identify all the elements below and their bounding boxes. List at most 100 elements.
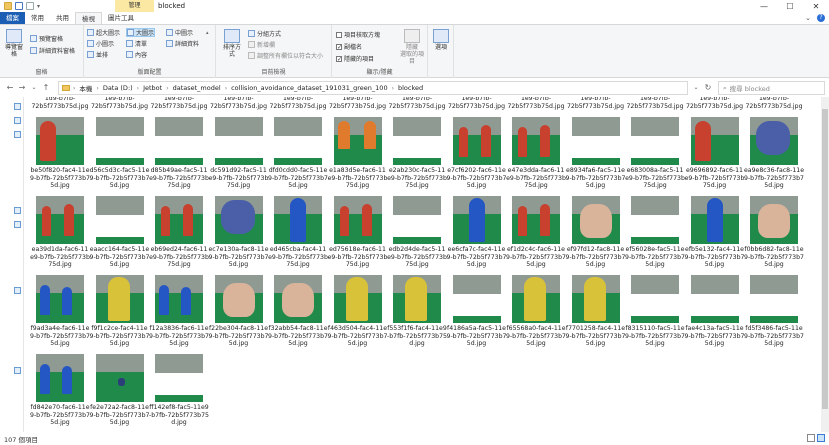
file-name-partial[interactable]: 1e9-b7fb-72b5f773b75d.jpg	[744, 97, 804, 110]
large-icons-button[interactable]: 大圖示	[126, 28, 156, 37]
file-item[interactable]: ee6cfa7c-fac4-11e9-b7fb-72b5f773b75d.jpg	[447, 196, 507, 269]
tab-picture-tools[interactable]: 圖片工具	[102, 12, 140, 24]
file-name-partial[interactable]: 1e9-b7fb-72b5f773b75d.jpg	[447, 97, 507, 110]
maximize-button[interactable]: ☐	[777, 0, 803, 12]
file-item[interactable]: f65568a0-fac4-11e9-b7fb-72b5f773b75d.jpg	[506, 275, 566, 348]
file-item[interactable]: e9696892-fac6-11e9-b7fb-72b5f773b75d.jpg	[685, 117, 745, 190]
nav-item-icon[interactable]	[14, 207, 21, 214]
close-button[interactable]: ✕	[803, 0, 829, 12]
tab-home[interactable]: 常用	[25, 12, 50, 24]
file-item[interactable]: e1a83d5e-fac6-11e9-b7fb-72b5f773b75d.jpg	[328, 117, 388, 190]
file-item[interactable]: e47e3dda-fac6-11e9-b7fb-72b5f773b75d.jpg	[506, 117, 566, 190]
address-bar[interactable]: › 本機 › Data (D:) › Jetbot › dataset_mode…	[58, 81, 688, 95]
hidden-items-checkbox[interactable]: ✓	[336, 55, 342, 62]
file-item[interactable]: f0bb6d82-fac8-11e9-b7fb-72b5f773b75d.jpg	[744, 196, 804, 269]
file-item[interactable]: e7cf6202-fac6-11e9-b7fb-72b5f773b75d.jpg	[447, 117, 507, 190]
vertical-scrollbar[interactable]	[821, 97, 829, 432]
file-name-partial[interactable]: 1d9-b7fb-72b5f773b75d.jpg	[30, 97, 90, 110]
properties-icon[interactable]	[15, 2, 23, 10]
tab-file[interactable]: 檔案	[0, 12, 25, 24]
list-view-button[interactable]: 清單	[126, 39, 147, 48]
tiles-view-button[interactable]: 並排	[87, 50, 108, 59]
breadcrumb-data-drive[interactable]: Data (D:)	[100, 84, 136, 92]
content-view-button[interactable]: 內容	[126, 50, 147, 59]
help-icon[interactable]: ?	[817, 14, 825, 22]
file-item[interactable]: f9ad3a4e-fac6-11e9-b7fb-72b5f773b75d.jpg	[30, 275, 90, 348]
file-item[interactable]: ea9e8c36-fac8-11e9-b7fb-72b5f773b75d.jpg	[744, 117, 804, 190]
file-item[interactable]: f553f1f6-fac4-11e9-b7fb-72b5f773b75d.jpg	[387, 275, 447, 348]
nav-item-icon[interactable]	[14, 131, 21, 138]
recent-locations-icon[interactable]: ⌄	[28, 81, 40, 95]
file-name-partial[interactable]: 1e9-b7fb-72b5f773b75d.jpg	[328, 97, 388, 110]
new-folder-icon[interactable]	[26, 2, 34, 10]
file-item[interactable]: f12a3836-fac6-11e9-b7fb-72b5f773b75d.jpg	[149, 275, 209, 348]
minimize-button[interactable]: —	[751, 0, 777, 12]
file-item[interactable]: dfd0cdd0-fac5-11e9-b7fb-72b5f773b75d.jpg	[268, 117, 328, 190]
file-item[interactable]: f22be304-fac8-11e9-b7fb-72b5f773b75d.jpg	[209, 275, 269, 348]
sort-by-button[interactable]: 排序方式	[221, 29, 243, 58]
file-name-partial[interactable]: 1e9-b7fb-72b5f773b75d.jpg	[268, 97, 328, 110]
file-item[interactable]: efb5e132-fac4-11e9-b7fb-72b5f773b75d.jpg	[685, 196, 745, 269]
file-item[interactable]: ef56028e-fac5-11e9-b7fb-72b5f773b75d.jpg	[625, 196, 685, 269]
file-extensions-checkbox[interactable]: ✓	[336, 43, 342, 50]
layout-scroll-icon[interactable]: ▴	[206, 28, 209, 37]
tab-view[interactable]: 檢視	[75, 12, 102, 24]
scrollbar-thumb[interactable]	[822, 109, 828, 409]
up-arrow-icon[interactable]: ↑	[40, 81, 52, 95]
file-item[interactable]: eaacc164-fac5-11e9-b7fb-72b5f773b75d.jpg	[90, 196, 150, 269]
file-item[interactable]: ef1d2c4c-fac6-11e9-b7fb-72b5f773b75d.jpg	[506, 196, 566, 269]
back-arrow-icon[interactable]: ←	[4, 81, 16, 95]
breadcrumb-blocked[interactable]: blocked	[395, 84, 426, 92]
refresh-icon[interactable]: ↻	[702, 81, 714, 95]
nav-pane-button[interactable]: 導覽窗格	[3, 29, 25, 58]
file-item[interactable]: f7701258-fac4-11e9-b7fb-72b5f773b75d.jpg	[566, 275, 626, 348]
file-item[interactable]: d56c5d3c-fac5-11e9-b7fb-72b5f773b75d.jpg	[90, 117, 150, 190]
add-columns-button[interactable]: 新增欄	[248, 40, 275, 49]
file-item[interactable]: edb2d4de-fac5-11e9-b7fb-72b5f773b75d.jpg	[387, 196, 447, 269]
breadcrumb-dataset-model[interactable]: dataset_model	[170, 84, 224, 92]
file-item[interactable]: f4186a5a-fac5-11e9-b7fb-72b5f773b75d.jpg	[447, 275, 507, 348]
file-item[interactable]: e683008a-fac5-11e9-b7fb-72b5f773b75d.jpg	[625, 117, 685, 190]
file-item[interactable]: ef97fd12-fac8-11e9-b7fb-72b5f773b75d.jpg	[566, 196, 626, 269]
nav-item-icon[interactable]	[14, 287, 21, 294]
file-item[interactable]: f32abb54-fac8-11e9-b7fb-72b5f773b75d.jpg	[268, 275, 328, 348]
file-item[interactable]: ed465cba-fac4-11e9-b7fb-72b5f773b75d.jpg	[268, 196, 328, 269]
item-checkboxes-checkbox[interactable]	[336, 31, 342, 38]
file-name-partial[interactable]: 1e9-b7fb-72b5f773b75d.jpg	[566, 97, 626, 110]
file-item[interactable]: ff142ef8-fac5-11e9-b7fb-72b5f773b75d.jpg	[149, 354, 209, 427]
details-view-toggle-icon[interactable]	[807, 434, 815, 442]
breadcrumb-jetbot[interactable]: Jetbot	[140, 84, 165, 92]
file-item[interactable]: ed75618e-fac6-11e9-b7fb-72b5f773b75d.jpg	[328, 196, 388, 269]
medium-icons-button[interactable]: 中圖示	[166, 28, 193, 37]
file-name-partial[interactable]: 1e9-b7fb-72b5f773b75d.jpg	[209, 97, 269, 110]
file-item[interactable]: fae4c13a-fac5-11e9-b7fb-72b5f773b75d.jpg	[685, 275, 745, 348]
collapse-ribbon-icon[interactable]: ⌄	[805, 14, 811, 22]
file-name-partial[interactable]: 1e9-b7fb-72b5f773b75d.jpg	[625, 97, 685, 110]
context-tab-manage[interactable]: 管理	[115, 0, 154, 12]
item-checkboxes-toggle[interactable]: 項目核取方塊	[336, 30, 380, 39]
hidden-items-toggle[interactable]: ✓ 隱藏的項目	[336, 54, 374, 63]
address-dropdown-icon[interactable]: ⌄	[690, 81, 702, 95]
file-name-partial[interactable]: 1e9-b7fb-72b5f773b75d.jpg	[506, 97, 566, 110]
file-item[interactable]: f463d504-fac4-11e9-b7fb-72b5f773b75d.jpg	[328, 275, 388, 348]
file-item[interactable]: f8315110-fac5-11e9-b7fb-72b5f773b75d.jpg	[625, 275, 685, 348]
xl-icons-button[interactable]: 超大圖示	[87, 28, 120, 37]
forward-arrow-icon[interactable]: →	[16, 81, 28, 95]
preview-pane-button[interactable]: 預覽窗格	[30, 34, 63, 43]
file-item[interactable]: f9f1c2ce-fac4-11e9-b7fb-72b5f773b75d.jpg	[90, 275, 150, 348]
file-item[interactable]: e2ab230c-fac5-11e9-b7fb-72b5f773b75d.jpg	[387, 117, 447, 190]
details-view-button[interactable]: 詳細資料	[166, 39, 199, 48]
hide-selected-button[interactable]: 隱藏 選取的項目	[398, 29, 426, 65]
size-columns-button[interactable]: 調整所有欄位以符合大小	[248, 51, 323, 60]
breadcrumb-dataset[interactable]: collision_avoidance_dataset_191031_green…	[228, 84, 391, 92]
quick-access-icon[interactable]	[14, 103, 21, 110]
file-name-partial[interactable]: 1e9-b7fb-72b5f773b75d.jpg	[387, 97, 447, 110]
small-icons-button[interactable]: 小圖示	[87, 39, 114, 48]
file-extensions-toggle[interactable]: ✓ 副檔名	[336, 42, 362, 51]
nav-item-icon[interactable]	[14, 221, 21, 228]
large-icons-toggle-icon[interactable]	[817, 434, 825, 442]
nav-item-icon[interactable]	[14, 367, 21, 374]
file-item[interactable]: ec7e130a-fac8-11e9-b7fb-72b5f773b75d.jpg	[209, 196, 269, 269]
file-name-partial[interactable]: 1e9-b7fb-72b5f773b75d.jpg	[90, 97, 150, 110]
file-item[interactable]: eb69ed24-fac6-11e9-b7fb-72b5f773b75d.jpg	[149, 196, 209, 269]
